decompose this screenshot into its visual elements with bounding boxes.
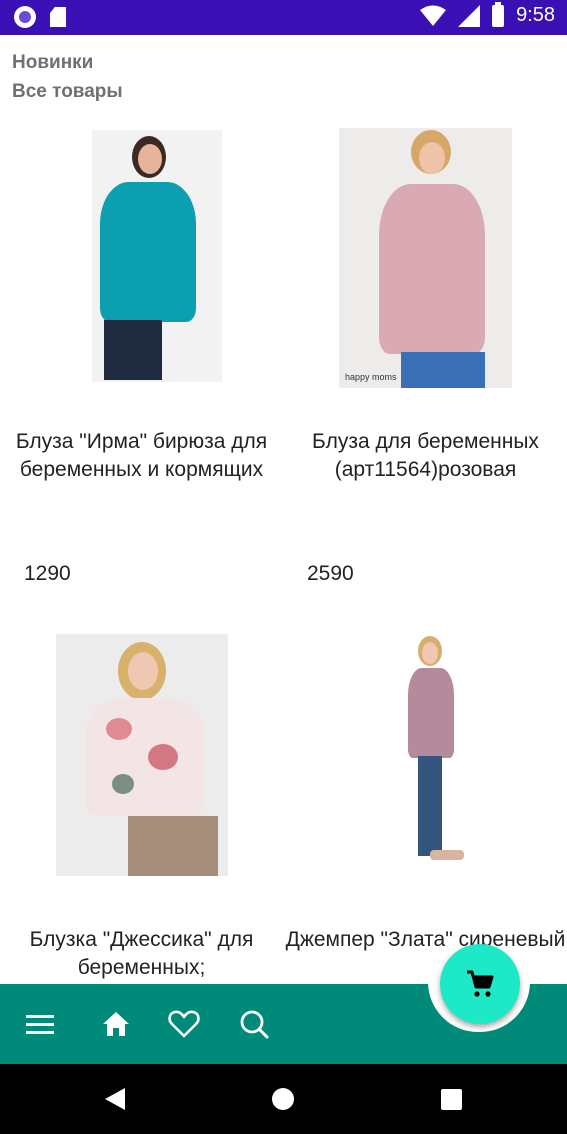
home-circle-icon[interactable] (272, 1088, 294, 1110)
product-price: 1290 (24, 562, 71, 585)
signal-icon (458, 4, 481, 27)
product-image[interactable] (390, 632, 505, 872)
product-title[interactable]: Блуза для беременных (арт11564)розовая (284, 428, 567, 484)
product-title[interactable]: Блузка "Джессика" для беременных; (0, 926, 283, 982)
app-circle-icon (14, 6, 36, 28)
recents-icon[interactable] (441, 1089, 462, 1110)
menu-icon[interactable] (24, 1008, 56, 1040)
back-icon[interactable] (105, 1088, 125, 1110)
home-icon[interactable] (100, 1008, 132, 1040)
favorite-icon[interactable] (168, 1008, 200, 1040)
all-products-link[interactable]: Все товары (12, 77, 123, 106)
wifi-icon (420, 5, 447, 26)
cart-icon (467, 970, 494, 997)
product-price: 2590 (307, 562, 354, 585)
clock: 9:58 (516, 4, 555, 26)
search-icon[interactable] (238, 1008, 270, 1040)
product-image[interactable] (92, 130, 222, 382)
system-navigation-bar (0, 1064, 567, 1134)
status-bar: 9:58 (0, 0, 567, 35)
new-arrivals-link[interactable]: Новинки (12, 48, 123, 77)
product-title[interactable]: Джемпер "Злата" сиреневый (284, 926, 567, 954)
sd-card-icon (50, 7, 66, 27)
watermark-text: happy moms (345, 372, 397, 382)
header-links: Новинки Все товары (12, 48, 123, 106)
product-image[interactable] (56, 634, 228, 876)
product-title[interactable]: Блуза "Ирма" бирюза для беременных и кор… (0, 428, 283, 484)
product-image[interactable]: happy moms (339, 128, 512, 388)
cart-fab-button[interactable] (440, 944, 520, 1024)
battery-icon (492, 1, 505, 27)
